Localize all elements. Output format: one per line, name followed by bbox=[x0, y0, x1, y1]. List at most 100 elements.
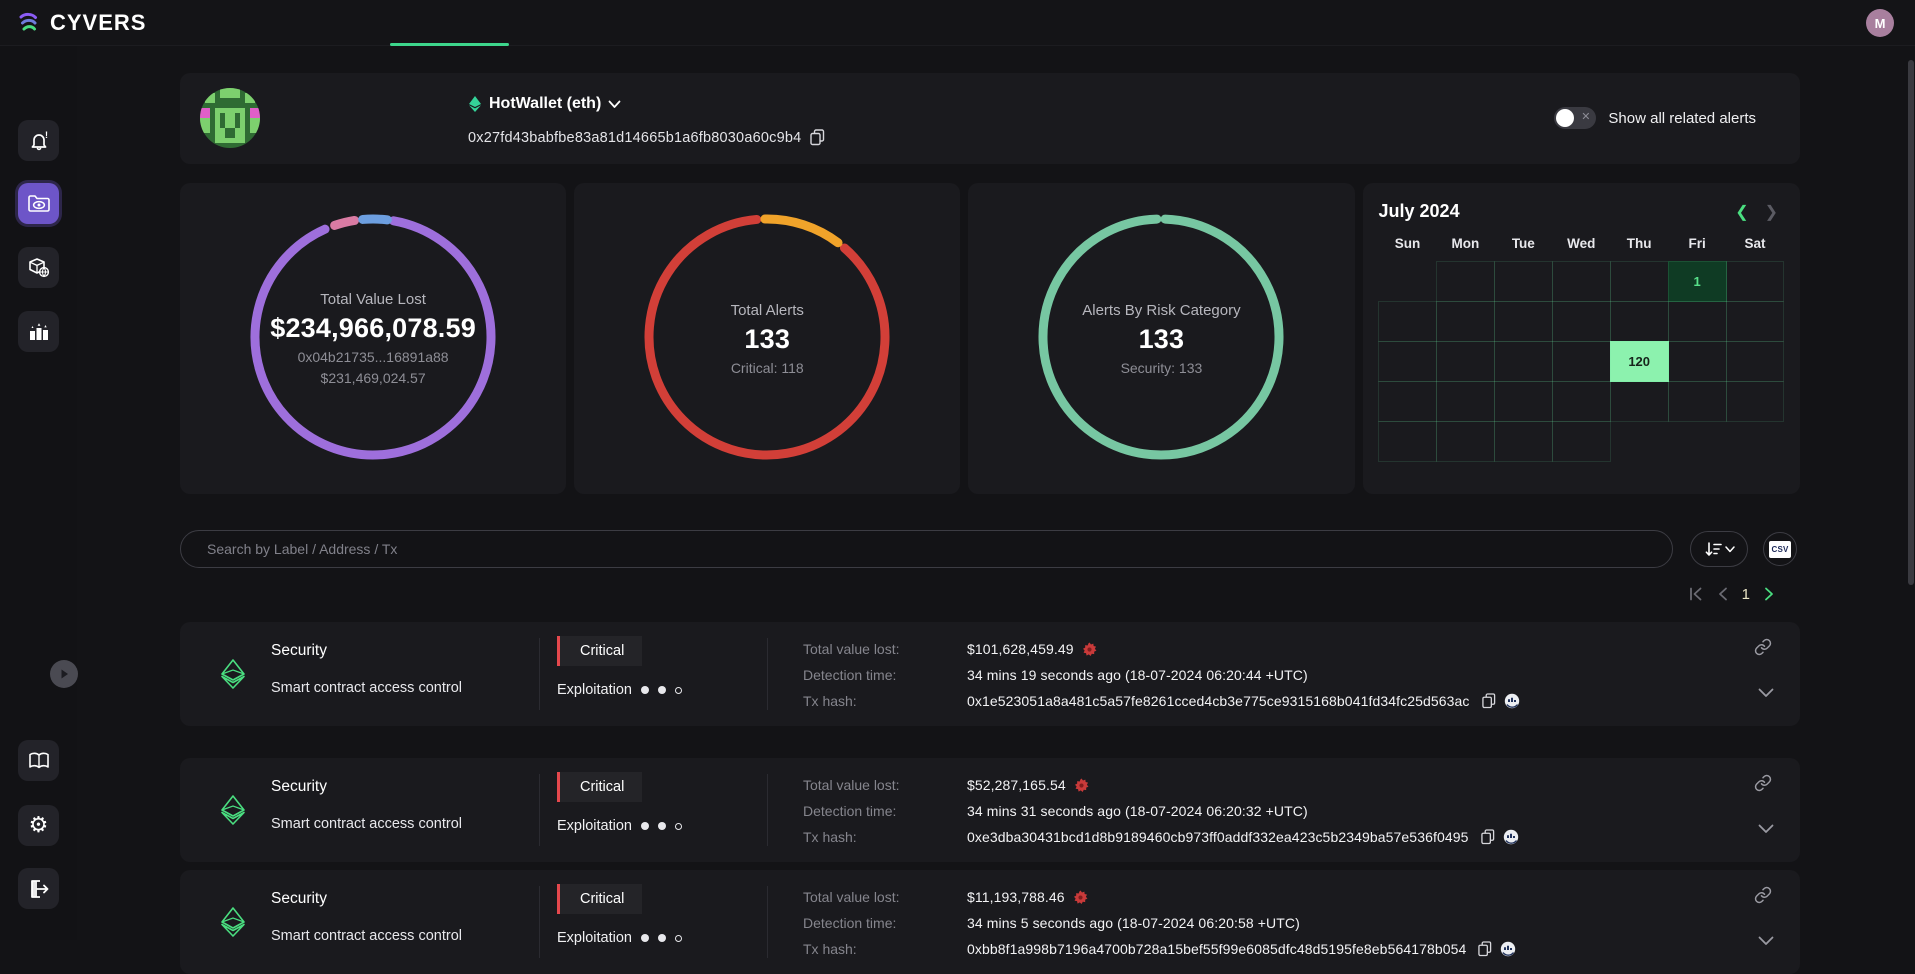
total-alerts-card: Total Alerts 133 Critical: 118 bbox=[574, 183, 960, 494]
link-icon[interactable] bbox=[1754, 638, 1772, 656]
calendar-weekday-label: Fri bbox=[1668, 236, 1726, 251]
top-bar: CYVERS M bbox=[0, 0, 1915, 46]
toggle-off-x-icon: ✕ bbox=[1581, 110, 1590, 123]
calendar-day-cell[interactable] bbox=[1378, 381, 1437, 422]
phase-label: Exploitation bbox=[557, 930, 632, 946]
expand-chevron-icon[interactable] bbox=[1758, 688, 1774, 698]
expand-chevron-icon[interactable] bbox=[1758, 824, 1774, 834]
detection-time-value: 34 mins 31 seconds ago (18-07-2024 06:20… bbox=[967, 803, 1308, 819]
calendar-weekday-label: Tue bbox=[1494, 236, 1552, 251]
calendar-day-cell[interactable] bbox=[1668, 381, 1727, 422]
calendar-day-cell[interactable] bbox=[1494, 301, 1553, 342]
calendar-day-cell[interactable] bbox=[1552, 301, 1611, 342]
calendar-day-cell[interactable] bbox=[1610, 381, 1669, 422]
sidebar-item-assets[interactable] bbox=[18, 247, 59, 288]
calendar-day-cell[interactable] bbox=[1436, 381, 1495, 422]
link-icon[interactable] bbox=[1754, 774, 1772, 792]
etherscan-icon[interactable] bbox=[1500, 941, 1516, 957]
total-value-lost-value: $101,628,459.49 bbox=[967, 641, 1097, 657]
calendar-next-button[interactable]: ❯ bbox=[1765, 202, 1778, 222]
pagination: 1 bbox=[180, 583, 1800, 605]
cyvers-logo-icon bbox=[14, 9, 42, 37]
eye-folder-icon bbox=[27, 193, 51, 215]
phase-dot-filled bbox=[658, 822, 666, 830]
alert-type: Smart contract access control bbox=[271, 680, 462, 696]
calendar-day-cell[interactable] bbox=[1436, 341, 1495, 382]
sidebar-item-settings[interactable]: ⚙ bbox=[18, 805, 59, 846]
user-avatar[interactable]: M bbox=[1866, 9, 1894, 37]
scrollbar-thumb[interactable] bbox=[1908, 60, 1914, 585]
calendar-day-cell[interactable] bbox=[1668, 301, 1727, 342]
brand-logo[interactable]: CYVERS bbox=[0, 9, 146, 37]
calendar-day-cell[interactable] bbox=[1378, 341, 1437, 382]
alert-type: Smart contract access control bbox=[271, 816, 462, 832]
calendar-weekday-row: SunMonTueWedThuFriSat bbox=[1379, 236, 1784, 251]
current-page-number[interactable]: 1 bbox=[1742, 586, 1750, 603]
calendar-day-cell[interactable] bbox=[1436, 301, 1495, 342]
detection-time-value: 34 mins 5 seconds ago (18-07-2024 06:20:… bbox=[967, 915, 1300, 931]
alert-row[interactable]: Security Smart contract access control C… bbox=[180, 622, 1800, 726]
sidebar-nav: ! ⚙ bbox=[0, 46, 77, 940]
svg-text:!: ! bbox=[45, 130, 48, 140]
phase-dot-empty bbox=[675, 823, 682, 830]
phase-dot-filled bbox=[641, 686, 649, 694]
next-page-button[interactable] bbox=[1764, 587, 1774, 601]
calendar-prev-button[interactable]: ❮ bbox=[1735, 202, 1748, 222]
calendar-day-cell[interactable] bbox=[1552, 261, 1611, 302]
copy-icon[interactable] bbox=[1481, 829, 1495, 845]
donut-sub-security: Security: 133 bbox=[1121, 360, 1203, 376]
play-icon bbox=[58, 668, 70, 680]
calendar-day-cell[interactable] bbox=[1610, 301, 1669, 342]
calendar-day-cell[interactable] bbox=[1494, 421, 1553, 462]
tx-hash-label: Tx hash: bbox=[803, 693, 967, 709]
calendar-day-cell[interactable] bbox=[1552, 381, 1611, 422]
calendar-day-cell[interactable] bbox=[1726, 341, 1785, 382]
etherscan-icon[interactable] bbox=[1503, 829, 1519, 845]
calendar-weekday-label: Sat bbox=[1726, 236, 1784, 251]
calendar-day-cell[interactable] bbox=[1494, 261, 1553, 302]
calendar-day-cell[interactable] bbox=[1726, 301, 1785, 342]
calendar-day-cell[interactable] bbox=[1726, 381, 1785, 422]
search-input[interactable] bbox=[180, 530, 1673, 568]
alert-row[interactable]: Security Smart contract access control C… bbox=[180, 870, 1800, 974]
donut-title: Alerts By Risk Category bbox=[1082, 302, 1240, 319]
prev-page-button[interactable] bbox=[1718, 587, 1728, 601]
calendar-day-cell[interactable] bbox=[1610, 261, 1669, 302]
sidebar-item-ranking[interactable] bbox=[18, 311, 59, 352]
expand-chevron-icon[interactable] bbox=[1758, 936, 1774, 946]
calendar-day-cell[interactable] bbox=[1552, 341, 1611, 382]
wallet-selector[interactable]: HotWallet (eth) bbox=[468, 95, 621, 113]
calendar-day-cell[interactable] bbox=[1726, 261, 1785, 302]
active-tab-indicator bbox=[390, 43, 509, 46]
sidebar-item-monitoring[interactable] bbox=[18, 183, 59, 224]
calendar-day-cell[interactable] bbox=[1668, 341, 1727, 382]
copy-icon[interactable] bbox=[1482, 693, 1496, 709]
alert-row[interactable]: Security Smart contract access control C… bbox=[180, 758, 1800, 862]
sidebar-item-logout[interactable] bbox=[18, 868, 59, 909]
calendar-day-cell[interactable] bbox=[1378, 301, 1437, 342]
calendar-day-cell[interactable] bbox=[1378, 421, 1437, 462]
sort-button[interactable] bbox=[1690, 531, 1748, 567]
sidebar-expand-button[interactable] bbox=[50, 660, 78, 688]
calendar-day-cell[interactable] bbox=[1494, 341, 1553, 382]
copy-icon[interactable] bbox=[1478, 941, 1492, 957]
first-page-button[interactable] bbox=[1688, 587, 1704, 601]
calendar-day-cell[interactable]: 1 bbox=[1668, 261, 1727, 302]
copy-icon[interactable] bbox=[810, 129, 825, 146]
etherscan-icon[interactable] bbox=[1504, 693, 1520, 709]
brand-name: CYVERS bbox=[50, 10, 146, 36]
link-icon[interactable] bbox=[1754, 886, 1772, 904]
export-csv-button[interactable]: CSV bbox=[1763, 532, 1797, 566]
sidebar-item-alerts[interactable]: ! bbox=[18, 120, 59, 161]
calendar-day-cell[interactable] bbox=[1552, 421, 1611, 462]
total-value-lost-value: $11,193,788.46 bbox=[967, 889, 1088, 905]
total-value-lost-value: $52,287,165.54 bbox=[967, 777, 1089, 793]
bell-icon: ! bbox=[28, 130, 50, 152]
calendar-day-cell[interactable]: 120 bbox=[1610, 341, 1669, 382]
calendar-day-cell[interactable] bbox=[1436, 261, 1495, 302]
loss-burst-icon bbox=[1073, 890, 1088, 905]
calendar-day-cell[interactable] bbox=[1494, 381, 1553, 422]
calendar-day-cell[interactable] bbox=[1436, 421, 1495, 462]
sidebar-item-docs[interactable] bbox=[18, 740, 59, 781]
show-related-alerts-toggle[interactable]: ✕ bbox=[1554, 107, 1596, 129]
